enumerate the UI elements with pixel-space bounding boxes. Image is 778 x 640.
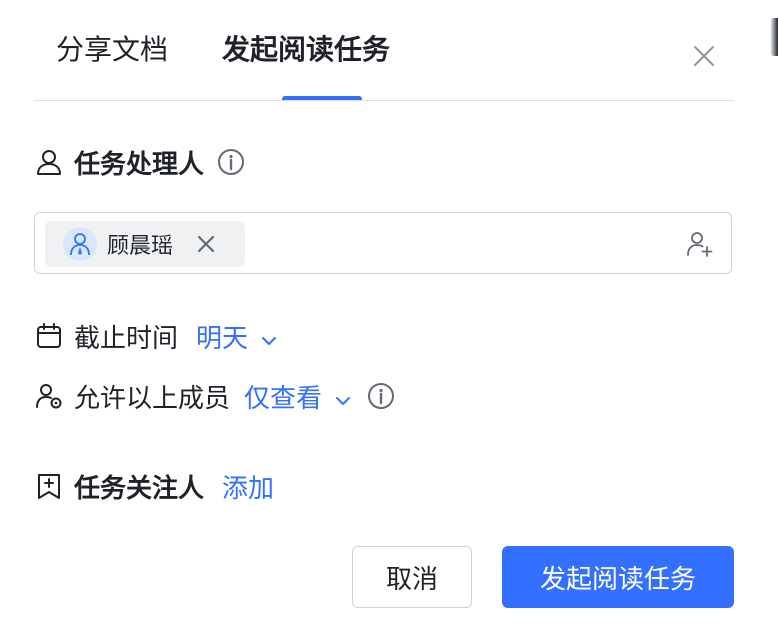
read-task-dialog: 分享文档 发起阅读任务 任务处理人 顾晨瑶 截止时间 明天 允许以上成员 仅查看… [0, 0, 778, 640]
info-icon[interactable] [366, 381, 396, 411]
close-icon [694, 46, 714, 66]
assignee-label: 任务处理人 [74, 149, 205, 180]
followers-row: 任务关注人 添加 [34, 466, 274, 506]
person-avatar-icon [70, 233, 90, 256]
chevron-down-icon [336, 396, 351, 405]
permission-dropdown[interactable]: 仅查看 [244, 378, 352, 415]
permission-row: 允许以上成员 仅查看 [34, 376, 396, 416]
close-button[interactable] [690, 42, 718, 70]
deadline-dropdown[interactable]: 明天 [196, 318, 278, 355]
assignee-row: 任务处理人 [34, 142, 246, 182]
user-icon [34, 147, 64, 177]
tab-bar: 分享文档 发起阅读任务 [34, 24, 734, 102]
deadline-label: 截止时间 [74, 323, 179, 354]
cancel-button[interactable]: 取消 [352, 546, 472, 608]
permission-label: 允许以上成员 [74, 383, 231, 414]
tab-share-doc[interactable]: 分享文档 [56, 30, 168, 70]
assignee-input[interactable]: 顾晨瑶 [34, 212, 732, 274]
tab-read-task[interactable]: 发起阅读任务 [222, 30, 390, 70]
deadline-value: 明天 [196, 323, 249, 354]
chevron-down-icon [262, 336, 277, 345]
followers-label: 任务关注人 [74, 473, 205, 504]
permission-value: 仅查看 [244, 383, 323, 414]
info-icon[interactable] [216, 147, 246, 177]
remove-member-button[interactable] [195, 233, 217, 255]
calendar-icon [34, 321, 64, 351]
deadline-row: 截止时间 明天 [34, 316, 278, 356]
avatar [63, 227, 97, 261]
member-chip: 顾晨瑶 [45, 221, 245, 267]
user-settings-icon [34, 381, 64, 411]
tabs-divider [34, 100, 734, 101]
member-name: 顾晨瑶 [107, 234, 174, 259]
bookmark-add-icon [34, 471, 64, 501]
add-user-icon [687, 232, 713, 257]
submit-read-task-button[interactable]: 发起阅读任务 [502, 546, 734, 608]
add-follower-link[interactable]: 添加 [222, 468, 274, 505]
close-icon [197, 235, 215, 253]
window-edge [770, 18, 778, 56]
add-member-button[interactable] [685, 229, 715, 259]
